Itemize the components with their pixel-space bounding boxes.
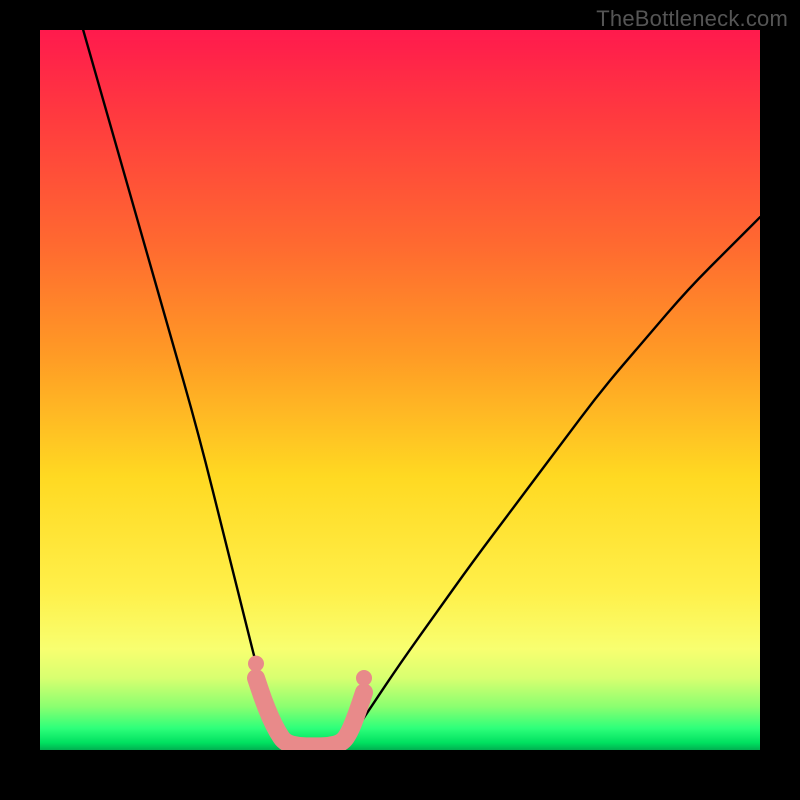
u-marker-dot-0	[248, 656, 264, 672]
chart-plot-area	[40, 30, 760, 750]
bottleneck-curve-right	[342, 217, 760, 750]
chart-svg	[40, 30, 760, 750]
u-marker-dot-1	[356, 670, 372, 686]
chart-curves	[83, 30, 760, 750]
watermark-text: TheBottleneck.com	[596, 6, 788, 32]
chart-markers	[248, 656, 372, 747]
u-marker-path	[256, 678, 364, 746]
bottleneck-curve-left	[83, 30, 292, 750]
